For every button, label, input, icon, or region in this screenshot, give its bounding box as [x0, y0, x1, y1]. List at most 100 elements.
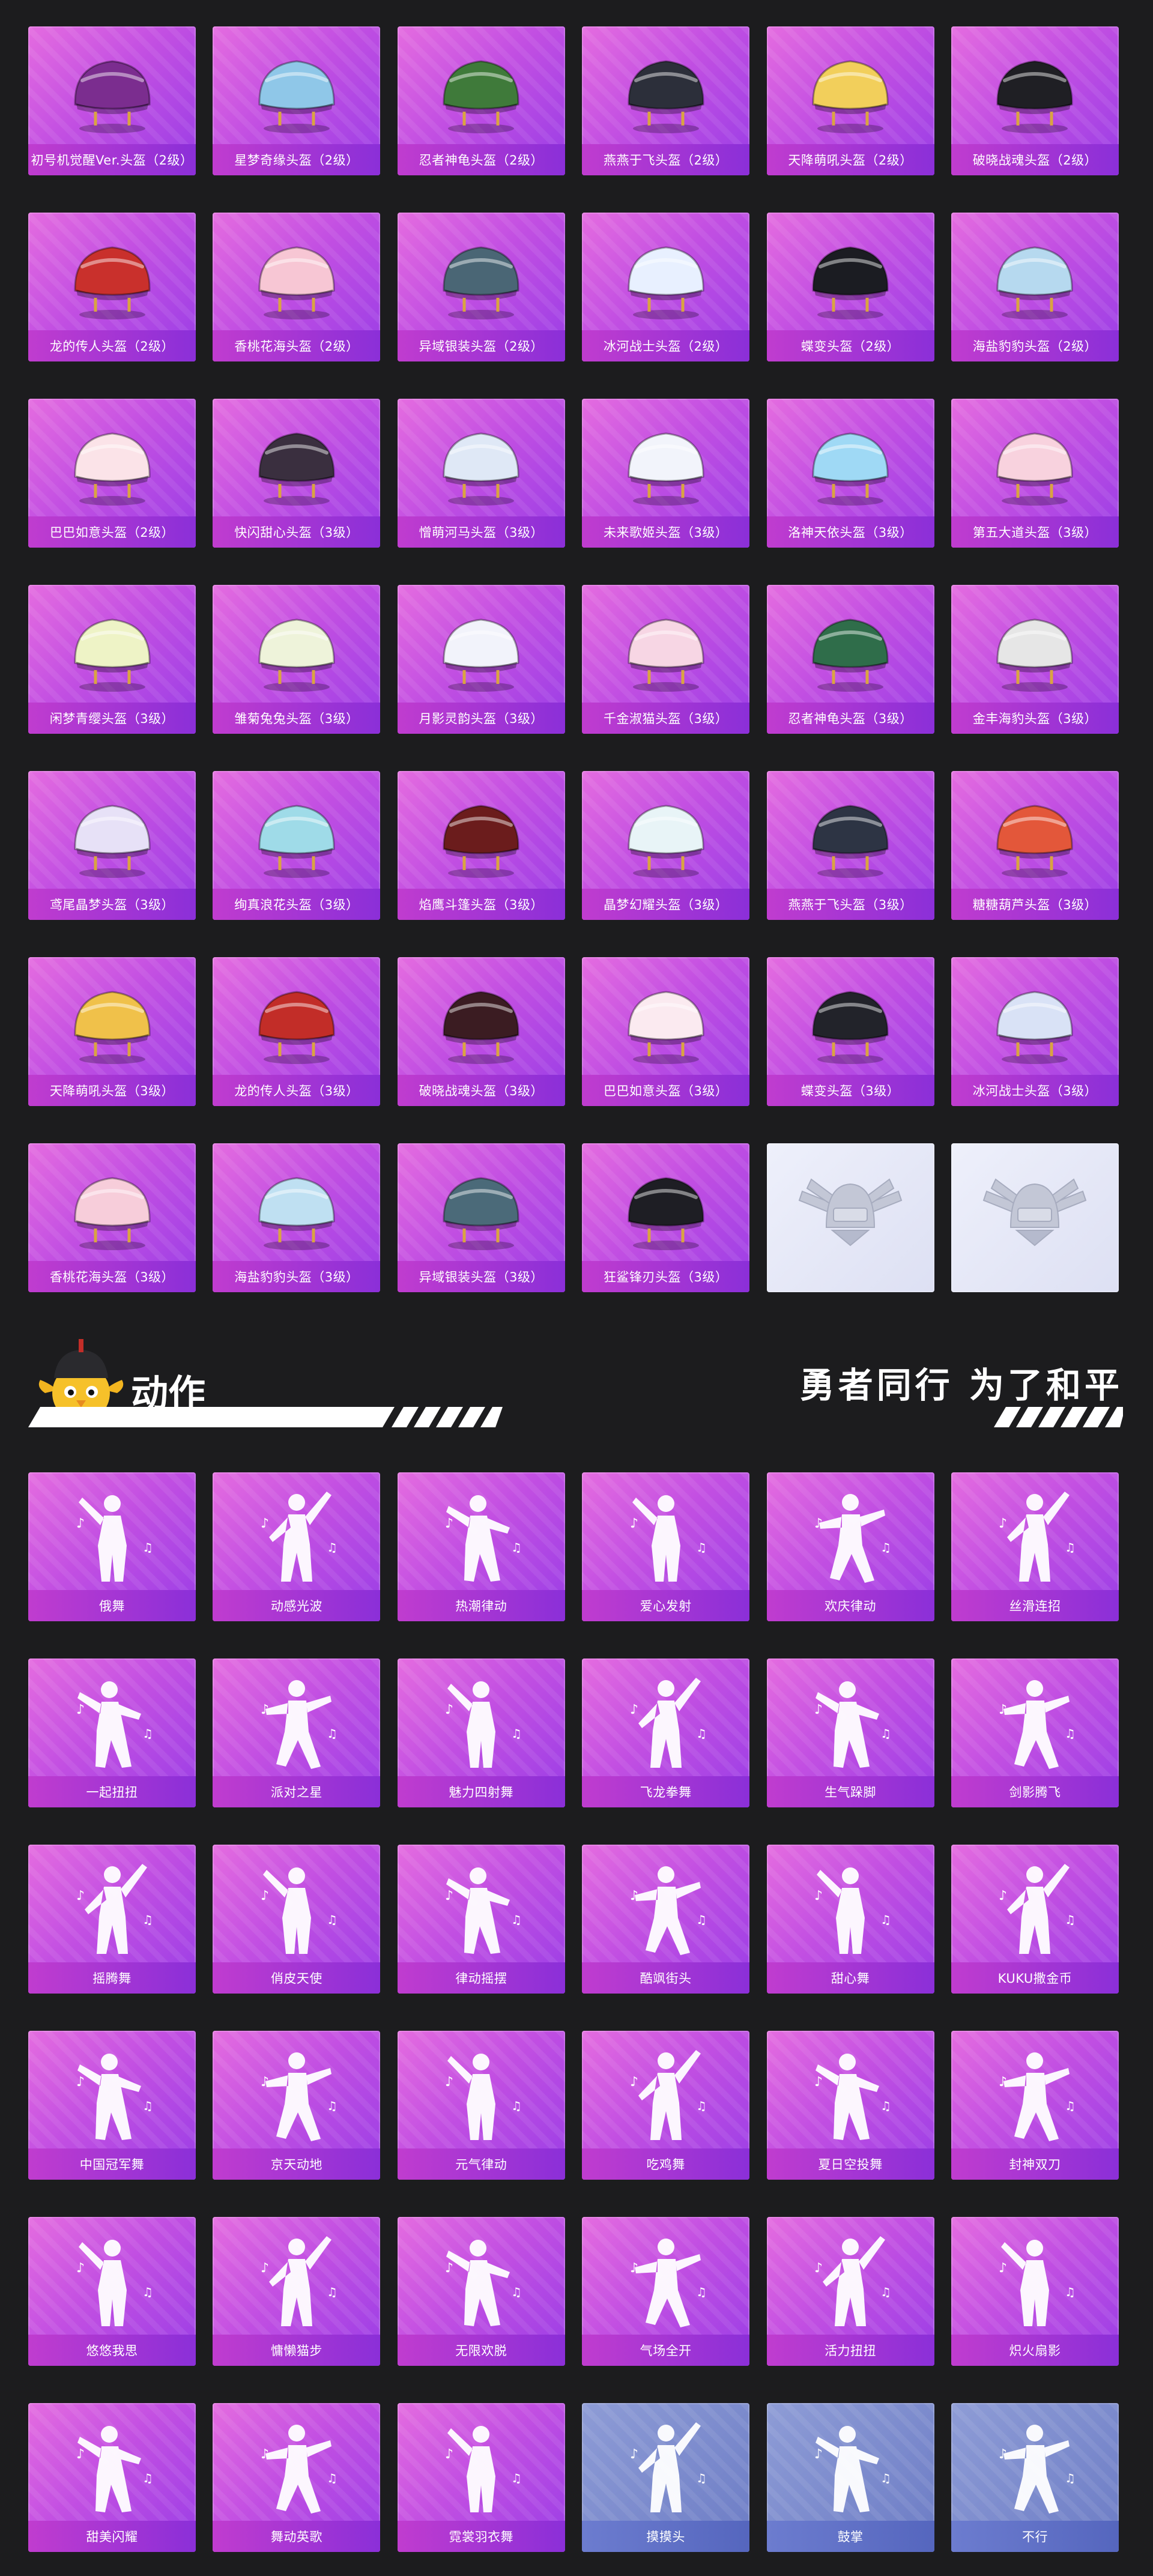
- helmet-card[interactable]: 巴巴如意头盔（2级）: [28, 399, 196, 548]
- helmet-card[interactable]: 异域银装头盔（2级）: [397, 213, 565, 361]
- emote-card[interactable]: ♪ ♫ 舞动英歌: [213, 2403, 381, 2552]
- helmet-card[interactable]: 糖糖葫芦头盔（3级）: [951, 771, 1119, 920]
- helmet-card[interactable]: 香桃花海头盔（2级）: [213, 213, 381, 361]
- emote-card-label: 生气跺脚: [766, 1776, 934, 1807]
- emote-card[interactable]: ♪ ♫ 剑影腾飞: [951, 1658, 1119, 1807]
- emote-card[interactable]: ♪ ♫ 活力扭扭: [766, 2217, 934, 2366]
- emote-card[interactable]: ♪ ♫ 封神双刀: [951, 2031, 1119, 2180]
- helmet-card-label: 糖糖葫芦头盔（3级）: [951, 889, 1119, 920]
- helmet-card[interactable]: 香桃花海头盔（3级）: [28, 1143, 196, 1292]
- emote-card-label: 丝滑连招: [951, 1590, 1119, 1621]
- helmet-card[interactable]: 龙的传人头盔（2级）: [28, 213, 196, 361]
- helmet-card[interactable]: 雏菊兔兔头盔（3级）: [213, 585, 381, 734]
- helmet-card[interactable]: 狂鲨锋刃头盔（3级）: [582, 1143, 750, 1292]
- helmet-card[interactable]: 快闪甜心头盔（3级）: [213, 399, 381, 548]
- emote-card[interactable]: ♪ ♫ 炽火扇影: [951, 2217, 1119, 2366]
- emote-card[interactable]: ♪ ♫ 律动摇摆: [397, 1845, 565, 1994]
- helmet-card[interactable]: 第五大道头盔（3级）: [951, 399, 1119, 548]
- emote-card[interactable]: ♪ ♫ 俄舞: [28, 1472, 196, 1621]
- emote-card[interactable]: ♪ ♫ 爱心发射: [582, 1472, 750, 1621]
- emote-card[interactable]: ♪ ♫ 悠悠我思: [28, 2217, 196, 2366]
- helmet-card-label: 忍者神龟头盔（2级）: [397, 144, 565, 175]
- emote-card[interactable]: ♪ ♫ 热潮律动: [397, 1472, 565, 1621]
- emote-card[interactable]: ♪ ♫ 夏日空投舞: [766, 2031, 934, 2180]
- emote-card[interactable]: ♪ ♫ 无限欢脱: [397, 2217, 565, 2366]
- emote-card[interactable]: ♪ ♫ 派对之星: [213, 1658, 381, 1807]
- svg-text:♫: ♫: [1065, 1726, 1076, 1741]
- emote-card-label: 爱心发射: [582, 1590, 750, 1621]
- helmet-card[interactable]: 忍者神龟头盔（3级）: [766, 585, 934, 734]
- emote-card[interactable]: ♪ ♫ 动感光波: [213, 1472, 381, 1621]
- emote-card[interactable]: ♪ ♫ 中国冠军舞: [28, 2031, 196, 2180]
- dancer-silhouette-icon: ♪ ♫: [999, 1492, 1076, 1582]
- helmet-card[interactable]: 异域银装头盔（3级）: [397, 1143, 565, 1292]
- emote-card[interactable]: ♪ ♫ 元气律动: [397, 2031, 565, 2180]
- svg-text:♫: ♫: [1065, 2099, 1076, 2113]
- helmet-card[interactable]: 海盐豹豹头盔（2级）: [951, 213, 1119, 361]
- helmet-card-placeholder[interactable]: [951, 1143, 1119, 1292]
- dancer-silhouette-icon: ♪ ♫: [261, 2425, 337, 2514]
- emote-card-label: KUKU撒金币: [951, 1962, 1119, 1994]
- emote-card[interactable]: ♪ ♫ 摸摸头: [582, 2403, 750, 2552]
- helmet-card[interactable]: 海盐豹豹头盔（3级）: [213, 1143, 381, 1292]
- emote-card[interactable]: ♪ ♫ 京天动地: [213, 2031, 381, 2180]
- helmet-card-label: 天降萌吼头盔（2级）: [766, 144, 934, 175]
- helmet-card[interactable]: 冰河战士头盔（3级）: [951, 957, 1119, 1106]
- helmet-card[interactable]: 千金淑猫头盔（3级）: [582, 585, 750, 734]
- svg-text:♫: ♫: [142, 2471, 153, 2485]
- helmet-card[interactable]: 焰鹰斗篷头盔（3级）: [397, 771, 565, 920]
- emote-card[interactable]: ♪ ♫ 甜心舞: [766, 1845, 934, 1994]
- emote-card[interactable]: ♪ ♫ 欢庆律动: [766, 1472, 934, 1621]
- helmet-card[interactable]: 星梦奇缘头盔（2级）: [213, 26, 381, 175]
- svg-text:♫: ♫: [1065, 1912, 1076, 1927]
- emote-card-label: 不行: [951, 2521, 1119, 2552]
- svg-text:♫: ♫: [880, 2471, 891, 2485]
- emote-card[interactable]: ♪ ♫ KUKU撒金币: [951, 1845, 1119, 1994]
- helmet-card[interactable]: 燕燕于飞头盔（2级）: [582, 26, 750, 175]
- helmet-card[interactable]: 晶梦幻耀头盔（3级）: [582, 771, 750, 920]
- helmet-card[interactable]: 憎萌河马头盔（3级）: [397, 399, 565, 548]
- emote-card[interactable]: ♪ ♫ 霓裳羽衣舞: [397, 2403, 565, 2552]
- helmet-card[interactable]: 天降萌吼头盔（3级）: [28, 957, 196, 1106]
- emote-card[interactable]: ♪ ♫ 酷飒街头: [582, 1845, 750, 1994]
- helmet-card[interactable]: 龙的传人头盔（3级）: [213, 957, 381, 1106]
- helmet-card[interactable]: 天降萌吼头盔（2级）: [766, 26, 934, 175]
- emote-card[interactable]: ♪ ♫ 俏皮天使: [213, 1845, 381, 1994]
- helmet-card[interactable]: 冰河战士头盔（2级）: [582, 213, 750, 361]
- emote-card[interactable]: ♪ ♫ 甜美闪耀: [28, 2403, 196, 2552]
- emote-card[interactable]: ♪ ♫ 摇腾舞: [28, 1845, 196, 1994]
- helmet-card[interactable]: 鸢尾晶梦头盔（3级）: [28, 771, 196, 920]
- emote-card[interactable]: ♪ ♫ 飞龙拳舞: [582, 1658, 750, 1807]
- helmet-card-placeholder[interactable]: [766, 1143, 934, 1292]
- helmet-card[interactable]: 忍者神龟头盔（2级）: [397, 26, 565, 175]
- emote-card[interactable]: ♪ ♫ 鼓掌: [766, 2403, 934, 2552]
- emote-card[interactable]: ♪ ♫ 气场全开: [582, 2217, 750, 2366]
- emote-card[interactable]: ♪ ♫ 魅力四射舞: [397, 1658, 565, 1807]
- helmet-icon: [258, 432, 335, 506]
- svg-text:♪: ♪: [261, 1516, 269, 1531]
- helmet-card[interactable]: 月影灵韵头盔（3级）: [397, 585, 565, 734]
- helmet-card[interactable]: 闲梦青缨头盔（3级）: [28, 585, 196, 734]
- emote-card[interactable]: ♪ ♫ 丝滑连招: [951, 1472, 1119, 1621]
- helmet-card[interactable]: 燕燕于飞头盔（3级）: [766, 771, 934, 920]
- helmet-card[interactable]: 未来歌姬头盔（3级）: [582, 399, 750, 548]
- helmet-card[interactable]: 初号机觉醒Ver.头盔（2级）: [28, 26, 196, 175]
- emote-card[interactable]: ♪ ♫ 吃鸡舞: [582, 2031, 750, 2180]
- helmet-card[interactable]: 蝶变头盔（3级）: [766, 957, 934, 1106]
- helmet-card[interactable]: 蝶变头盔（2级）: [766, 213, 934, 361]
- helmet-icon: [73, 805, 151, 878]
- emote-card[interactable]: ♪ ♫ 慵懒猫步: [213, 2217, 381, 2366]
- helmet-card[interactable]: 绚真浪花头盔（3级）: [213, 771, 381, 920]
- helmet-card[interactable]: 洛神天依头盔（3级）: [766, 399, 934, 548]
- helmet-card[interactable]: 巴巴如意头盔（3级）: [582, 957, 750, 1106]
- emote-card[interactable]: ♪ ♫ 不行: [951, 2403, 1119, 2552]
- helmet-card-label: 憎萌河马头盔（3级）: [397, 516, 565, 548]
- dancer-silhouette-icon: ♪ ♫: [999, 2052, 1076, 2141]
- emote-card[interactable]: ♪ ♫ 生气跺脚: [766, 1658, 934, 1807]
- helmet-card[interactable]: 金丰海豹头盔（3级）: [951, 585, 1119, 734]
- helmet-card[interactable]: 破晓战魂头盔（2级）: [951, 26, 1119, 175]
- helmet-icon: [996, 805, 1073, 878]
- helmet-card[interactable]: 破晓战魂头盔（3级）: [397, 957, 565, 1106]
- emote-card[interactable]: ♪ ♫ 一起扭扭: [28, 1658, 196, 1807]
- emote-card-label: 魅力四射舞: [397, 1776, 565, 1807]
